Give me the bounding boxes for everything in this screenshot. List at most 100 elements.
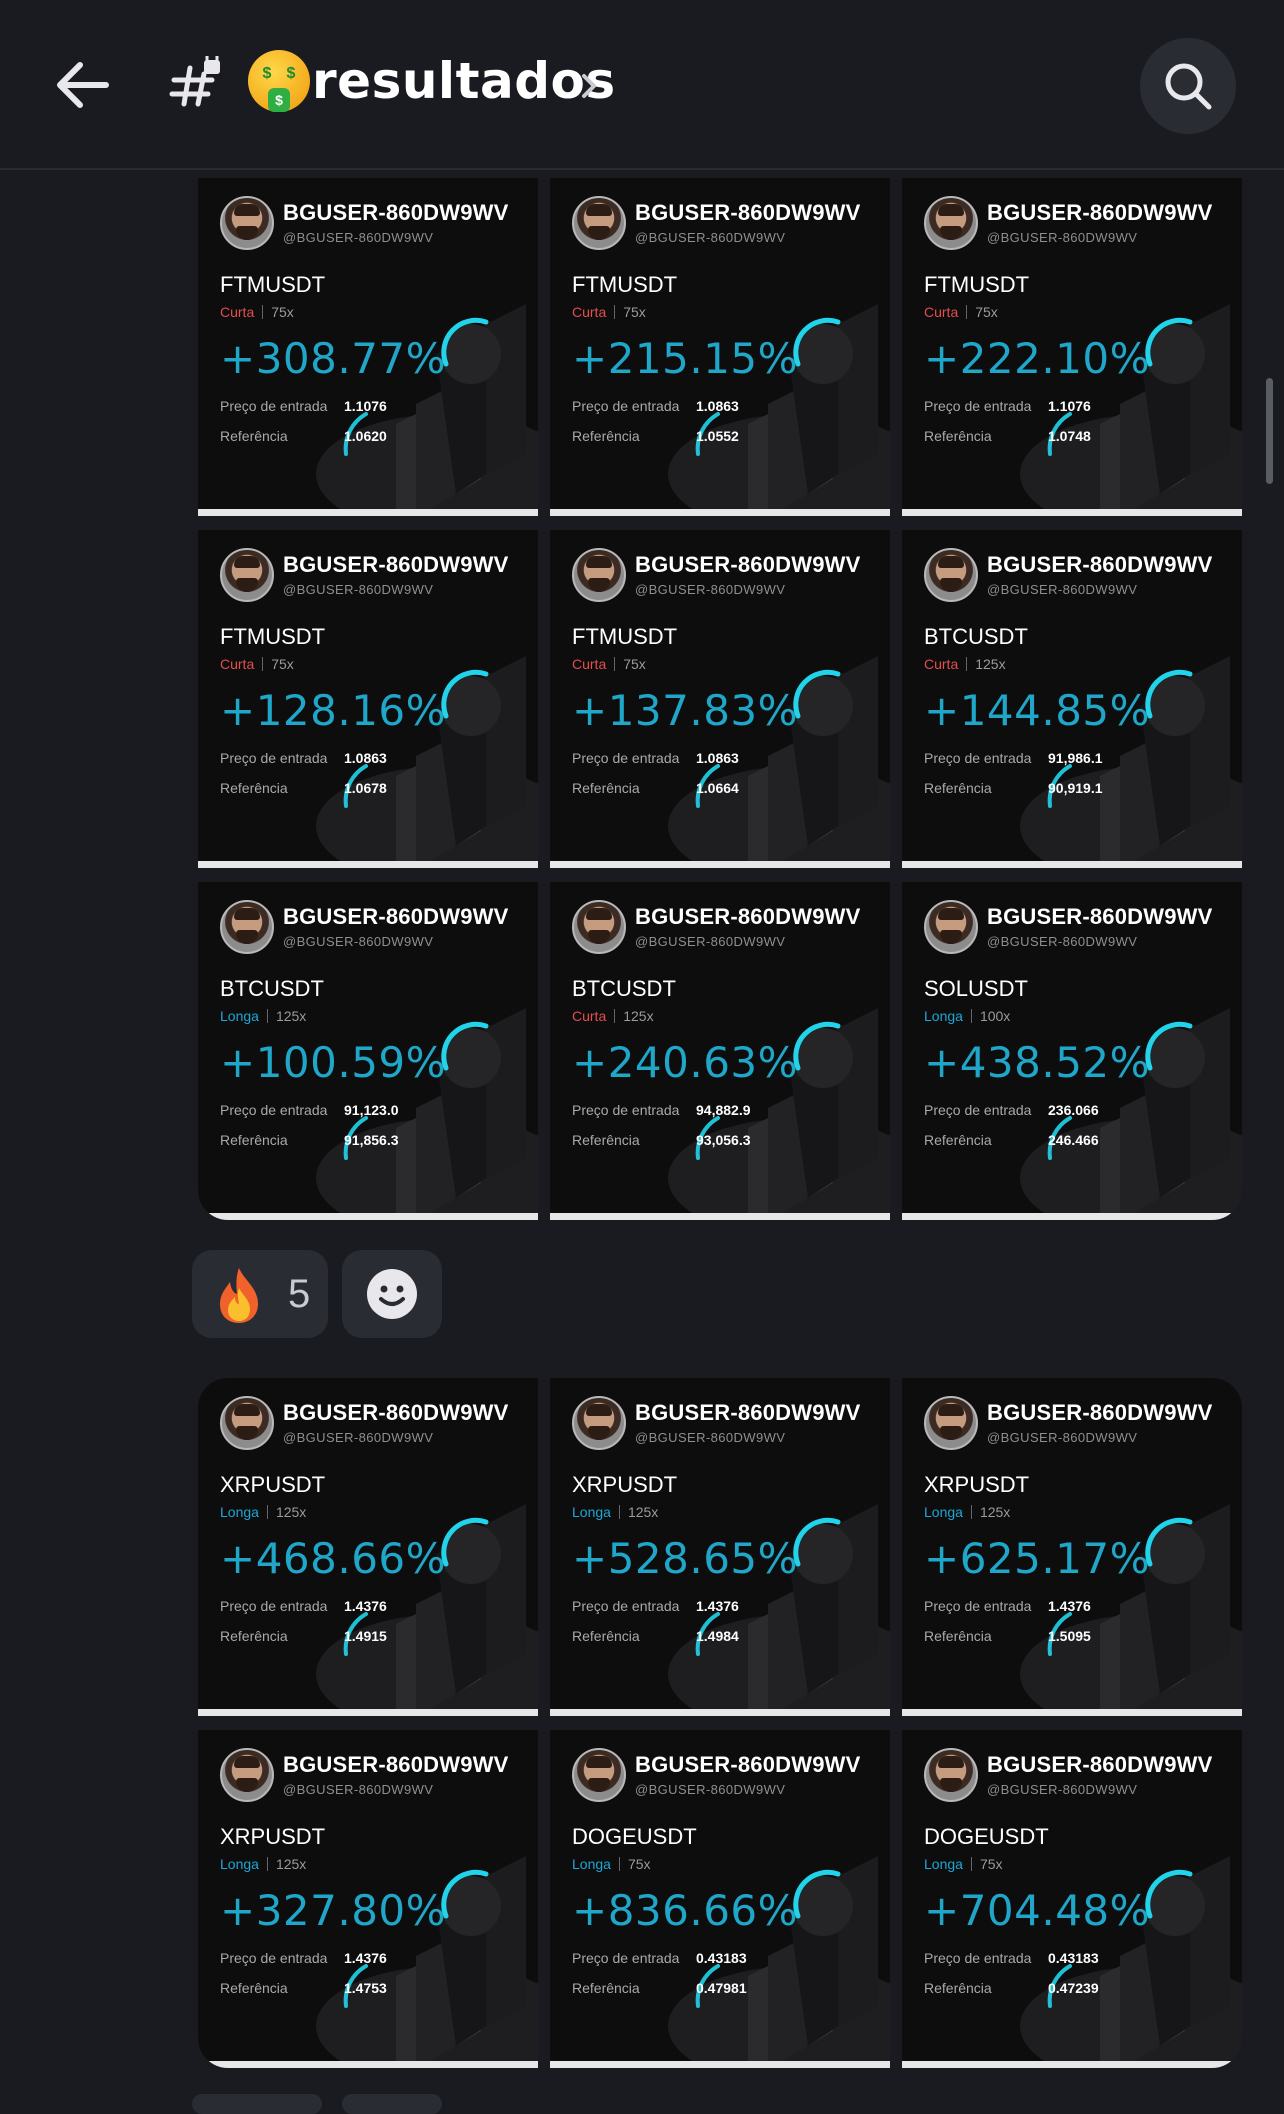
entry-price: 1.4376 bbox=[1048, 1598, 1091, 1614]
pnl-percent: +438.52% bbox=[924, 1038, 1151, 1087]
avatar bbox=[924, 1396, 978, 1450]
reference-label: Referência bbox=[220, 428, 288, 444]
channel-title[interactable]: resultados bbox=[312, 52, 616, 110]
username: BGUSER-860DW9WV bbox=[987, 200, 1213, 225]
entry-price-row: Preço de entrada 0.43183 bbox=[924, 1950, 1099, 1966]
trading-pair: XRPUSDT bbox=[220, 1824, 326, 1849]
reference-price: 93,056.3 bbox=[696, 1132, 751, 1148]
side-label: Curta bbox=[924, 304, 959, 320]
side-label: Longa bbox=[220, 1504, 259, 1520]
leverage: 75x bbox=[979, 1856, 1003, 1872]
user-handle: @BGUSER-860DW9WV bbox=[987, 230, 1138, 245]
trade-card[interactable]: BGUSER-860DW9WV @BGUSER-860DW9WV BTCUSDT… bbox=[902, 530, 1242, 868]
back-button[interactable] bbox=[50, 50, 120, 120]
reference-price: 0.47239 bbox=[1048, 1980, 1099, 1996]
reference-price-row: Referência 91,856.3 bbox=[220, 1132, 399, 1148]
scrollbar[interactable] bbox=[1266, 378, 1273, 484]
entry-price-row: Preço de entrada 1.4376 bbox=[924, 1598, 1091, 1614]
username: BGUSER-860DW9WV bbox=[987, 1752, 1213, 1777]
trade-card[interactable]: BGUSER-860DW9WV @BGUSER-860DW9WV XRPUSDT… bbox=[902, 1378, 1242, 1716]
trade-card[interactable]: BGUSER-860DW9WV @BGUSER-860DW9WV XRPUSDT… bbox=[198, 1378, 538, 1716]
pnl-percent: +327.80% bbox=[220, 1886, 447, 1935]
entry-label: Preço de entrada bbox=[572, 1102, 680, 1118]
card-bottom-bar bbox=[198, 1213, 538, 1220]
trading-pair: DOGEUSDT bbox=[924, 1824, 1049, 1849]
trade-card[interactable]: BGUSER-860DW9WV @BGUSER-860DW9WV FTMUSDT… bbox=[550, 530, 890, 868]
position-side: Longa 125x bbox=[924, 1504, 1010, 1520]
reference-price-row: Referência 1.4984 bbox=[572, 1628, 739, 1644]
entry-price: 1.0863 bbox=[344, 750, 387, 766]
side-label: Longa bbox=[220, 1008, 259, 1024]
card-bottom-bar bbox=[550, 861, 890, 868]
trade-card[interactable]: BGUSER-860DW9WV @BGUSER-860DW9WV BTCUSDT… bbox=[550, 882, 890, 1220]
entry-price: 0.43183 bbox=[696, 1950, 747, 1966]
trade-card[interactable]: BGUSER-860DW9WV @BGUSER-860DW9WV DOGEUSD… bbox=[902, 1730, 1242, 2068]
trade-card[interactable]: BGUSER-860DW9WV @BGUSER-860DW9WV FTMUSDT… bbox=[198, 178, 538, 516]
chevron-right-icon[interactable] bbox=[578, 66, 602, 106]
reference-price: 0.47981 bbox=[696, 1980, 747, 1996]
add-reaction-button[interactable] bbox=[342, 1250, 442, 1338]
username: BGUSER-860DW9WV bbox=[635, 552, 861, 577]
entry-price: 1.0863 bbox=[696, 750, 739, 766]
fire-reaction-button[interactable]: 5 bbox=[192, 1250, 328, 1338]
avatar bbox=[220, 1748, 274, 1802]
trade-card[interactable]: BGUSER-860DW9WV @BGUSER-860DW9WV DOGEUSD… bbox=[550, 1730, 890, 2068]
search-button[interactable] bbox=[1140, 38, 1236, 134]
reference-price: 1.5095 bbox=[1048, 1628, 1091, 1644]
leverage: 125x bbox=[275, 1856, 307, 1872]
entry-price: 1.4376 bbox=[344, 1950, 387, 1966]
reference-price: 1.0552 bbox=[696, 428, 739, 444]
entry-label: Preço de entrada bbox=[924, 1102, 1032, 1118]
reference-price: 91,856.3 bbox=[344, 1132, 399, 1148]
side-label: Curta bbox=[572, 656, 607, 672]
fire-reaction-count: 5 bbox=[288, 1272, 311, 1316]
reference-label: Referência bbox=[924, 780, 992, 796]
card-bottom-bar bbox=[198, 861, 538, 868]
card-bottom-bar bbox=[550, 509, 890, 516]
entry-price-row: Preço de entrada 1.0863 bbox=[572, 750, 739, 766]
trade-card[interactable]: BGUSER-860DW9WV @BGUSER-860DW9WV XRPUSDT… bbox=[198, 1730, 538, 2068]
leverage: 125x bbox=[979, 1504, 1011, 1520]
leverage: 75x bbox=[271, 656, 294, 672]
reference-price-row: Referência 1.4753 bbox=[220, 1980, 387, 1996]
reference-price-row: Referência 1.0664 bbox=[572, 780, 739, 796]
reference-label: Referência bbox=[572, 1628, 640, 1644]
trading-pair: XRPUSDT bbox=[572, 1472, 678, 1497]
avatar bbox=[572, 548, 626, 602]
trade-card[interactable]: BGUSER-860DW9WV @BGUSER-860DW9WV FTMUSDT… bbox=[550, 178, 890, 516]
reference-price: 1.4753 bbox=[344, 1980, 387, 1996]
position-side: Longa 125x bbox=[220, 1856, 306, 1872]
avatar bbox=[572, 196, 626, 250]
avatar bbox=[220, 548, 274, 602]
username: BGUSER-860DW9WV bbox=[283, 904, 509, 929]
entry-label: Preço de entrada bbox=[572, 398, 680, 414]
entry-price: 94,882.9 bbox=[696, 1102, 751, 1118]
entry-price-row: Preço de entrada 91,986.1 bbox=[924, 750, 1103, 766]
avatar bbox=[572, 900, 626, 954]
reference-price: 90,919.1 bbox=[1048, 780, 1103, 796]
trading-pair: FTMUSDT bbox=[572, 624, 678, 649]
card-bottom-bar bbox=[902, 1709, 1242, 1716]
trade-card[interactable]: BGUSER-860DW9WV @BGUSER-860DW9WV FTMUSDT… bbox=[198, 530, 538, 868]
trade-card[interactable]: BGUSER-860DW9WV @BGUSER-860DW9WV SOLUSDT… bbox=[902, 882, 1242, 1220]
username: BGUSER-860DW9WV bbox=[987, 552, 1213, 577]
entry-price: 1.4376 bbox=[696, 1598, 739, 1614]
user-handle: @BGUSER-860DW9WV bbox=[283, 582, 434, 597]
entry-price: 236.066 bbox=[1048, 1102, 1099, 1118]
reference-price-row: Referência 1.0748 bbox=[924, 428, 1091, 444]
leverage: 125x bbox=[275, 1008, 307, 1024]
position-side: Longa 125x bbox=[220, 1504, 306, 1520]
reference-price: 1.4984 bbox=[696, 1628, 739, 1644]
trading-pair: BTCUSDT bbox=[220, 976, 324, 1001]
entry-price: 1.4376 bbox=[344, 1598, 387, 1614]
trade-card[interactable]: BGUSER-860DW9WV @BGUSER-860DW9WV FTMUSDT… bbox=[902, 178, 1242, 516]
trade-card[interactable]: BGUSER-860DW9WV @BGUSER-860DW9WV XRPUSDT… bbox=[550, 1378, 890, 1716]
trade-card[interactable]: BGUSER-860DW9WV @BGUSER-860DW9WV BTCUSDT… bbox=[198, 882, 538, 1220]
card-bottom-bar bbox=[902, 861, 1242, 868]
entry-price: 1.1076 bbox=[344, 398, 387, 414]
fire-icon bbox=[220, 1268, 258, 1323]
reference-price-row: Referência 1.4915 bbox=[220, 1628, 387, 1644]
entry-price-row: Preço de entrada 1.0863 bbox=[220, 750, 387, 766]
position-side: Curta 75x bbox=[572, 304, 646, 320]
entry-label: Preço de entrada bbox=[572, 1598, 680, 1614]
